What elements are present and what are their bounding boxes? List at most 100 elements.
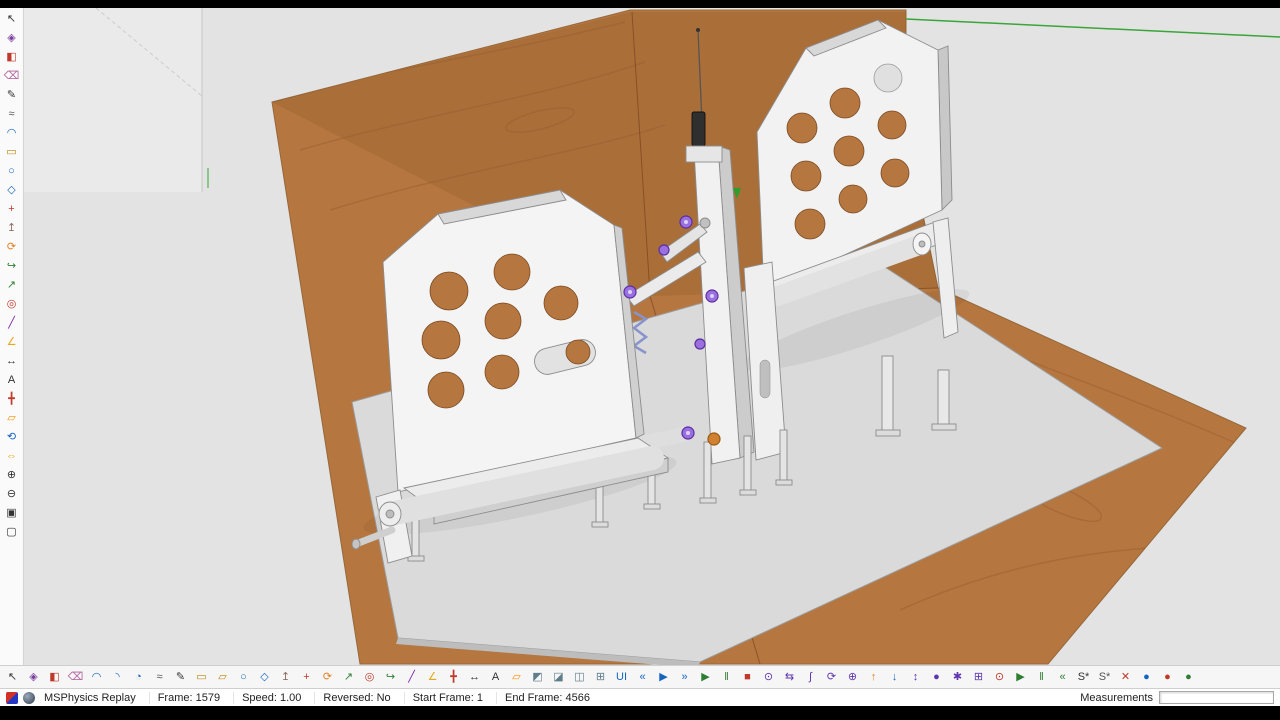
dimension-tool-icon[interactable]: ↔	[466, 668, 483, 686]
line-tool-icon[interactable]: ✎	[4, 88, 20, 102]
arc-tool-icon[interactable]: ◠	[4, 126, 20, 140]
protractor-tool-icon[interactable]: ∠	[424, 668, 441, 686]
zoom-extents-tool-icon[interactable]: ▢	[4, 525, 20, 539]
joint-spring-tool-icon[interactable]: ∫	[802, 668, 819, 686]
offset-tool-icon[interactable]: ◎	[4, 297, 20, 311]
top-letterbox	[0, 0, 1280, 8]
zoom-out-tool-icon[interactable]: ⊖	[4, 487, 20, 501]
solid-subtract-tool-icon[interactable]: ◪	[550, 668, 567, 686]
replay-rewind-button-icon[interactable]: «	[634, 668, 651, 686]
msphysics-ui-button-icon[interactable]: UI	[613, 668, 630, 686]
3d-scene[interactable]	[24, 8, 1280, 665]
joint-connect-tool-icon[interactable]: ⊙	[760, 668, 777, 686]
status-reversed: Reversed: No	[314, 691, 398, 704]
select-tool-icon[interactable]: ↖	[4, 12, 20, 26]
make-component-tool-icon[interactable]: ◈	[4, 31, 20, 45]
move-tool-icon[interactable]: +	[298, 668, 315, 686]
anim-pause-button-icon[interactable]: ‖	[1033, 668, 1050, 686]
force-up-tool-icon[interactable]: ↑	[865, 668, 882, 686]
polygon-tool-icon[interactable]: ◇	[4, 183, 20, 197]
freehand-tool-icon[interactable]: ≈	[151, 668, 168, 686]
joint-corkscrew-tool-icon[interactable]: ↕	[907, 668, 924, 686]
axes-tool-icon[interactable]: ╋	[445, 668, 462, 686]
solid-intersect-tool-icon[interactable]: ⊞	[592, 668, 609, 686]
text-tool-icon[interactable]: A	[487, 668, 504, 686]
physics-body-blue-button-icon[interactable]: ●	[1138, 668, 1155, 686]
circle-tool-icon[interactable]: ○	[4, 164, 20, 178]
eraser-tool-icon[interactable]: ⌫	[4, 69, 20, 83]
left-wall	[24, 8, 209, 192]
msphysics-icon[interactable]	[6, 691, 18, 704]
joint-motor-tool-icon[interactable]: ⟳	[823, 668, 840, 686]
simulation-play-button-icon[interactable]: ▶	[697, 668, 714, 686]
select-tool-icon[interactable]: ↖	[4, 668, 21, 686]
right-leg	[881, 355, 894, 435]
paint-bucket-tool-icon[interactable]: ◧	[46, 668, 63, 686]
zoom-in-tool-icon[interactable]: ⊕	[4, 468, 20, 482]
replay-play-button-icon[interactable]: ▶	[655, 668, 672, 686]
arc-3pt-tool-icon[interactable]: ◝	[109, 668, 126, 686]
follow-me-tool-icon[interactable]: ↪	[382, 668, 399, 686]
rectangle-tool-icon[interactable]: ▭	[193, 668, 210, 686]
tape-measure-tool-icon[interactable]: ╱	[403, 668, 420, 686]
physics-body-red-button-icon[interactable]: ●	[1159, 668, 1176, 686]
text-tool-icon[interactable]: A	[4, 373, 20, 387]
push-pull-tool-icon[interactable]: ↥	[4, 221, 20, 235]
simulation-stop-button-icon[interactable]: ■	[739, 668, 756, 686]
zoom-window-tool-icon[interactable]: ▣	[4, 506, 20, 520]
circle-tool-icon[interactable]: ○	[235, 668, 252, 686]
antenna-connector	[691, 111, 706, 147]
anim-play-button-icon[interactable]: ▶	[1012, 668, 1029, 686]
add-scene-button-icon[interactable]: S*	[1075, 668, 1092, 686]
joint-fixed-tool-icon[interactable]: ⊞	[970, 668, 987, 686]
status-frame: Frame: 1579	[148, 691, 228, 704]
globe-icon[interactable]	[23, 691, 35, 704]
rotated-rectangle-tool-icon[interactable]: ▱	[214, 668, 231, 686]
solid-union-tool-icon[interactable]: ◩	[529, 668, 546, 686]
status-speed: Speed: 1.00	[233, 691, 309, 704]
solid-trim-tool-icon[interactable]: ◫	[571, 668, 588, 686]
rotate-tool-icon[interactable]: ⟳	[319, 668, 336, 686]
polygon-tool-icon[interactable]: ◇	[256, 668, 273, 686]
center-leg-3	[779, 429, 788, 485]
line-tool-icon[interactable]: ✎	[172, 668, 189, 686]
joint-ball-tool-icon[interactable]: ●	[928, 668, 945, 686]
center-leg-1	[703, 441, 712, 503]
scale-tool-icon[interactable]: ↗	[4, 278, 20, 292]
eraser-tool-icon[interactable]: ⌫	[67, 668, 84, 686]
force-down-tool-icon[interactable]: ↓	[886, 668, 903, 686]
delete-scene-button-icon[interactable]: ✕	[1117, 668, 1134, 686]
physics-body-green-button-icon[interactable]: ●	[1180, 668, 1197, 686]
replay-forward-button-icon[interactable]: »	[676, 668, 693, 686]
simulation-pause-button-icon[interactable]: ‖	[718, 668, 735, 686]
update-scene-button-icon[interactable]: S*	[1096, 668, 1113, 686]
orbit-tool-icon[interactable]: ⟲	[4, 430, 20, 444]
rotate-tool-icon[interactable]: ⟳	[4, 240, 20, 254]
section-plane-tool-icon[interactable]: ▱	[4, 411, 20, 425]
offset-tool-icon[interactable]: ◎	[361, 668, 378, 686]
joint-universal-tool-icon[interactable]: ✱	[949, 668, 966, 686]
bottom-letterbox	[0, 706, 1280, 720]
anim-rewind-button-icon[interactable]: «	[1054, 668, 1071, 686]
section-plane-tool-icon[interactable]: ▱	[508, 668, 525, 686]
scale-tool-icon[interactable]: ↗	[340, 668, 357, 686]
joint-servo-tool-icon[interactable]: ⊕	[844, 668, 861, 686]
make-component-tool-icon[interactable]: ◈	[25, 668, 42, 686]
follow-me-tool-icon[interactable]: ↪	[4, 259, 20, 273]
push-pull-tool-icon[interactable]: ↥	[277, 668, 294, 686]
viewport[interactable]	[24, 8, 1280, 665]
pie-tool-icon[interactable]: ◔	[130, 668, 147, 686]
arc-2pt-tool-icon[interactable]: ◠	[88, 668, 105, 686]
pan-tool-icon[interactable]: ⇔	[4, 449, 20, 463]
axes-tool-icon[interactable]: ╋	[4, 392, 20, 406]
protractor-tool-icon[interactable]: ∠	[4, 335, 20, 349]
freehand-tool-icon[interactable]: ≈	[4, 107, 20, 121]
dimension-tool-icon[interactable]: ↔	[4, 354, 20, 368]
paint-bucket-tool-icon[interactable]: ◧	[4, 50, 20, 64]
tape-measure-tool-icon[interactable]: ╱	[4, 316, 20, 330]
joint-slider-tool-icon[interactable]: ⇆	[781, 668, 798, 686]
rectangle-tool-icon[interactable]: ▭	[4, 145, 20, 159]
measurements-input[interactable]	[1159, 691, 1274, 704]
move-tool-icon[interactable]: +	[4, 202, 20, 216]
record-button-icon[interactable]: ⊙	[991, 668, 1008, 686]
